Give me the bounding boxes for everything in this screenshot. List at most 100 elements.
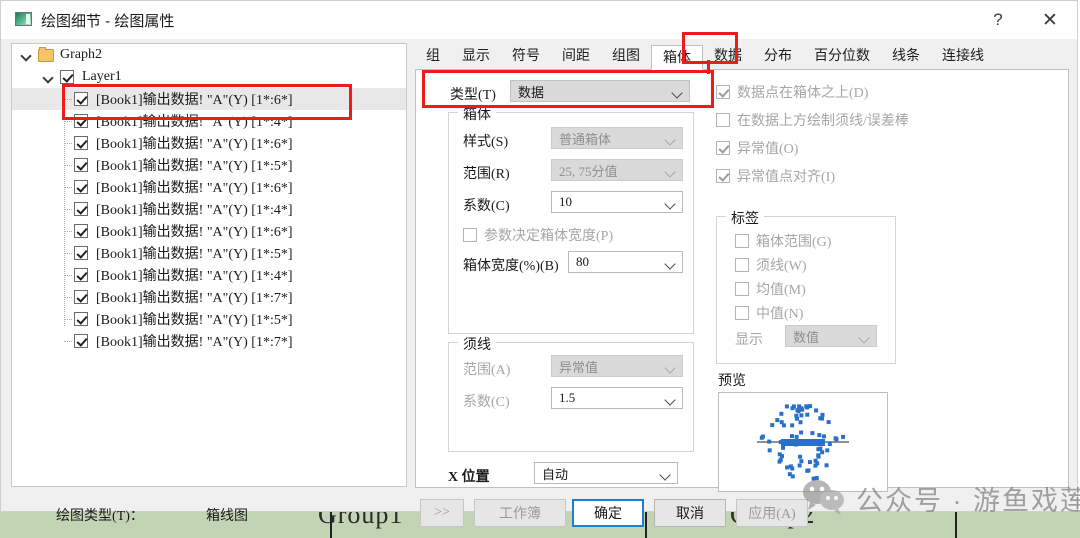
- plot-tree-panel[interactable]: Graph2 Layer1 [Book1]输出数据! "A"(Y) [1*:6*…: [11, 43, 407, 487]
- tab-百分位数[interactable]: 百分位数: [803, 44, 881, 69]
- dataset-checkbox[interactable]: [74, 246, 88, 260]
- tree-root-graph2[interactable]: Graph2: [12, 44, 406, 66]
- tree-guide-elbow: [64, 121, 72, 122]
- tree-item-dataset-6[interactable]: [Book1]输出数据! "A"(Y) [1*:4*]: [12, 198, 406, 220]
- preview-data-point: [777, 459, 782, 464]
- option-checkbox-2[interactable]: 在数据上方绘制须线/误差棒: [716, 110, 909, 130]
- tab-显示[interactable]: 显示: [451, 44, 501, 69]
- dataset-checkbox[interactable]: [74, 334, 88, 348]
- tree-item-dataset-1[interactable]: [Book1]输出数据! "A"(Y) [1*:6*]: [12, 88, 406, 110]
- box-style-combobox[interactable]: 普通箱体: [551, 127, 683, 149]
- tab-线条[interactable]: 线条: [881, 44, 931, 69]
- tree-guide-elbow: [64, 341, 72, 342]
- dataset-checkbox[interactable]: [74, 312, 88, 326]
- cancel-button[interactable]: 取消: [654, 499, 726, 527]
- tab-符号[interactable]: 符号: [501, 44, 551, 69]
- whisker-group-title: 须线: [458, 334, 496, 354]
- close-icon[interactable]: ✕: [1027, 1, 1073, 39]
- tree-item-dataset-2[interactable]: [Book1]输出数据! "A"(Y) [1*:4*]: [12, 110, 406, 132]
- layer1-checkbox[interactable]: [60, 70, 74, 84]
- dataset-checkbox[interactable]: [74, 268, 88, 282]
- tree-item-dataset-7[interactable]: [Book1]输出数据! "A"(Y) [1*:6*]: [12, 220, 406, 242]
- help-icon[interactable]: ?: [975, 1, 1021, 39]
- whisker-range-combobox[interactable]: 异常值: [551, 355, 683, 377]
- preview-data-point: [788, 440, 793, 445]
- dataset-label: [Book1]输出数据! "A"(Y) [1*:4*]: [96, 203, 293, 218]
- box-width-combobox[interactable]: 80: [568, 251, 683, 273]
- preview-data-point: [799, 459, 804, 464]
- dataset-checkbox[interactable]: [74, 92, 88, 106]
- x-position-combobox[interactable]: 自动: [534, 462, 678, 484]
- dataset-checkbox[interactable]: [74, 136, 88, 150]
- type-combobox[interactable]: 数据: [510, 80, 690, 102]
- preview-data-point: [816, 454, 821, 459]
- box-range-combobox[interactable]: 25, 75分值: [551, 159, 683, 181]
- tree-guide-elbow: [64, 319, 72, 320]
- tree-item-dataset-4[interactable]: [Book1]输出数据! "A"(Y) [1*:5*]: [12, 154, 406, 176]
- labels-display-value: 数值: [793, 329, 820, 345]
- workbook-button[interactable]: 工作簿: [474, 499, 566, 527]
- tab-数据[interactable]: 数据: [703, 44, 753, 69]
- option-checkbox-label: 数据点在箱体之上(D): [737, 86, 869, 101]
- expand-button[interactable]: >>: [420, 499, 464, 527]
- tree-item-layer1[interactable]: Layer1: [12, 66, 406, 88]
- tree-guide-elbow: [64, 143, 72, 144]
- dataset-checkbox[interactable]: [74, 180, 88, 194]
- dataset-checkbox[interactable]: [74, 224, 88, 238]
- label-checkbox-1[interactable]: 箱体范围(G): [735, 231, 831, 251]
- label-checkbox-2[interactable]: 须线(W): [735, 255, 807, 275]
- label-checkbox-4[interactable]: 中值(N): [735, 303, 803, 323]
- param-decides-width-checkbox[interactable]: 参数决定箱体宽度(P): [463, 225, 613, 245]
- tab-组[interactable]: 组: [415, 44, 451, 69]
- dataset-label: [Book1]输出数据! "A"(Y) [1*:4*]: [96, 269, 293, 284]
- dataset-checkbox[interactable]: [74, 114, 88, 128]
- tree-root-label: Graph2: [60, 47, 102, 62]
- preview-label: 预览: [718, 374, 746, 389]
- tree-item-dataset-10[interactable]: [Book1]输出数据! "A"(Y) [1*:7*]: [12, 286, 406, 308]
- tree-item-dataset-12[interactable]: [Book1]输出数据! "A"(Y) [1*:7*]: [12, 330, 406, 352]
- tab-箱体[interactable]: 箱体: [651, 45, 703, 70]
- option-checkbox-1[interactable]: 数据点在箱体之上(D): [716, 82, 868, 102]
- labels-display-combobox[interactable]: 数值: [785, 325, 877, 347]
- labels-display-label: 显示: [735, 333, 763, 348]
- preview-data-point: [789, 434, 794, 439]
- x-position-label: X 位置: [448, 470, 490, 485]
- tab-间距[interactable]: 间距: [551, 44, 601, 69]
- preview-data-point: [767, 448, 772, 453]
- tree-item-dataset-3[interactable]: [Book1]输出数据! "A"(Y) [1*:6*]: [12, 132, 406, 154]
- box-style-value: 普通箱体: [559, 131, 612, 147]
- tree-item-dataset-8[interactable]: [Book1]输出数据! "A"(Y) [1*:5*]: [12, 242, 406, 264]
- tree-guide-elbow: [64, 165, 72, 166]
- chevron-down-icon[interactable]: [42, 70, 56, 84]
- preview-data-point: [834, 437, 839, 442]
- whisker-coef-combobox[interactable]: 1.5: [551, 387, 683, 409]
- apply-button[interactable]: 应用(A): [736, 499, 808, 527]
- option-checkbox-3[interactable]: 异常值(O): [716, 138, 798, 158]
- dataset-checkbox[interactable]: [74, 202, 88, 216]
- option-checkbox-4[interactable]: 异常值点对齐(I): [716, 166, 835, 186]
- dialog-titlebar: 绘图细节 - 绘图属性 ? ✕: [1, 1, 1077, 39]
- tree-layer-label: Layer1: [82, 69, 122, 84]
- preview-data-point: [810, 431, 815, 436]
- tree-item-dataset-11[interactable]: [Book1]输出数据! "A"(Y) [1*:5*]: [12, 308, 406, 330]
- box-group-title: 箱体: [458, 104, 496, 124]
- tab-组图[interactable]: 组图: [601, 44, 651, 69]
- box-coef-combobox[interactable]: 10: [551, 191, 683, 213]
- chevron-down-icon[interactable]: [20, 48, 34, 62]
- dataset-checkbox[interactable]: [74, 158, 88, 172]
- tree-item-dataset-9[interactable]: [Book1]输出数据! "A"(Y) [1*:4*]: [12, 264, 406, 286]
- param-decides-width-label: 参数决定箱体宽度(P): [484, 229, 614, 244]
- ok-button[interactable]: 确定: [572, 499, 644, 527]
- label-checkbox-3[interactable]: 均值(M): [735, 279, 806, 299]
- checkbox-box: [735, 234, 749, 248]
- tree-item-dataset-5[interactable]: [Book1]输出数据! "A"(Y) [1*:6*]: [12, 176, 406, 198]
- chevron-down-icon: [664, 166, 676, 178]
- tab-分布[interactable]: 分布: [753, 44, 803, 69]
- tab-连接线[interactable]: 连接线: [931, 44, 995, 69]
- plot-type-label: 绘图类型(T)：: [56, 509, 144, 524]
- dataset-checkbox[interactable]: [74, 290, 88, 304]
- preview-data-point: [788, 464, 793, 469]
- preview-data-point: [794, 434, 799, 439]
- preview-data-point: [818, 416, 823, 421]
- preview-data-point: [794, 416, 799, 421]
